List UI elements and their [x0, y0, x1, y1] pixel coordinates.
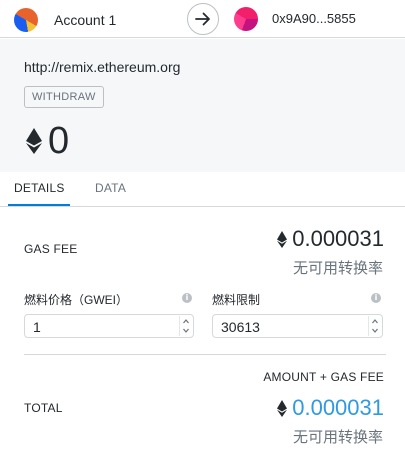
amount-value: 0 [48, 120, 70, 162]
gas-price-stepper[interactable] [179, 316, 191, 336]
info-icon[interactable]: i [371, 293, 381, 303]
gas-limit-input[interactable]: 30613 [212, 314, 383, 338]
sender-avatar [14, 8, 38, 32]
gas-limit-stepper[interactable] [368, 316, 380, 336]
gas-price-value: 1 [33, 319, 41, 335]
transaction-amount: 0 [26, 121, 69, 161]
total-value: 0.000031 [292, 395, 384, 420]
detail-tabs: DETAILS DATA [0, 172, 405, 207]
tab-details[interactable]: DETAILS [14, 181, 65, 195]
gas-fee-label: GAS FEE [24, 242, 78, 256]
tab-data[interactable]: DATA [95, 181, 126, 195]
amount-plus-gas-header: AMOUNT + GAS FEE [263, 370, 384, 384]
recipient-address[interactable]: 0x9A90...5855 [272, 11, 356, 26]
gas-limit-value: 30613 [221, 319, 260, 335]
recipient-avatar [234, 7, 258, 31]
chevron-up-icon[interactable] [182, 317, 190, 326]
info-icon[interactable]: i [182, 293, 192, 303]
active-tab-indicator [8, 204, 70, 206]
method-badge: WITHDRAW [24, 86, 104, 108]
origin-url: http://remix.ethereum.org [24, 59, 181, 75]
transaction-summary: http://remix.ethereum.org WITHDRAW 0 [0, 39, 405, 172]
ethereum-diamond-icon [26, 128, 42, 154]
gas-fee-value: 0.000031 [292, 226, 384, 251]
chevron-up-icon[interactable] [371, 317, 379, 326]
ethereum-diamond-icon [277, 399, 288, 417]
chevron-down-icon[interactable] [371, 326, 379, 335]
gas-price-label: 燃料价格（GWEI） [24, 293, 128, 307]
ethereum-diamond-icon [277, 230, 288, 248]
gas-price-input[interactable]: 1 [24, 314, 194, 338]
total-conversion: 无可用转换率 [292, 429, 383, 446]
sender-account-name: Account 1 [54, 12, 117, 28]
total-label: TOTAL [24, 401, 63, 415]
section-divider [24, 354, 386, 355]
total-amount: 0.000031 [277, 395, 384, 421]
arrow-right-icon [187, 3, 219, 35]
gas-fee-amount: 0.000031 [277, 226, 384, 252]
sender-account[interactable]: Account 1 [14, 8, 116, 32]
gas-fee-conversion: 无可用转换率 [292, 260, 383, 277]
chevron-down-icon[interactable] [182, 326, 190, 335]
gas-limit-label: 燃料限制 [212, 293, 261, 307]
confirm-header: Account 1 0x9A90...5855 [0, 0, 405, 38]
